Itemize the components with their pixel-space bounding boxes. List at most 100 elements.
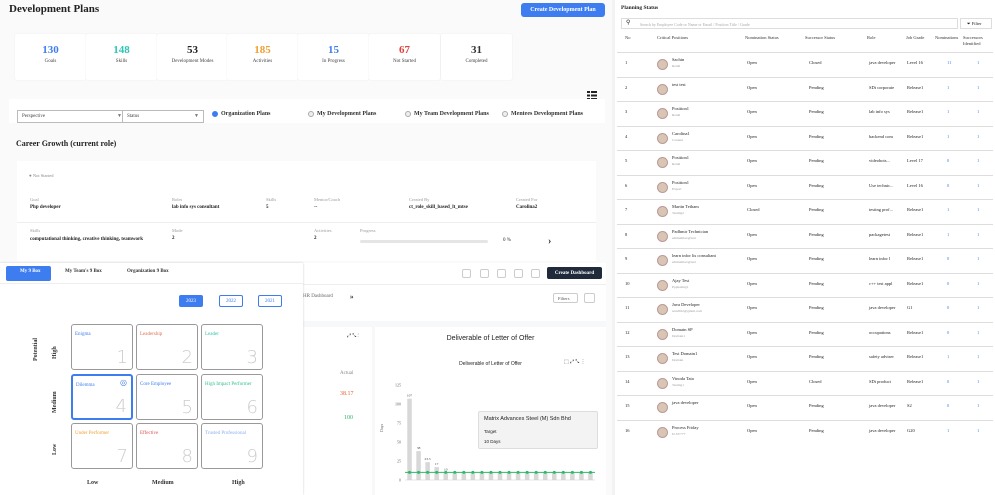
status-select[interactable]: Status ▼ — [122, 110, 204, 123]
nominations-count[interactable]: 1 — [947, 85, 949, 90]
chart-menu-icons[interactable]: ⬚ ⤢ ⤡ ⋮ — [564, 359, 585, 365]
column-header[interactable]: Nominations — [935, 35, 958, 41]
position-name[interactable]: Padhmir Technician — [672, 229, 708, 234]
table-row[interactable]: 5 Position1 Retail Open Pending videobots... L… — [617, 150, 993, 173]
table-row[interactable]: 14 Vinoda Tata Testing1 Open Closed SDt produ… — [617, 370, 993, 394]
nominations-count[interactable]: 1 — [947, 109, 949, 114]
double-chevron-icon[interactable]: » — [350, 293, 354, 301]
position-name[interactable]: learn infor lis consultant — [672, 253, 716, 258]
stat-card-development-modes[interactable]: 53 Development Modes — [157, 34, 228, 80]
table-row[interactable]: 6 Position1 Export Open Pending Use technic..… — [617, 174, 993, 198]
position-name[interactable]: Position1 — [672, 155, 689, 160]
nominations-count[interactable]: 0 — [947, 183, 949, 188]
share-icon[interactable] — [480, 269, 489, 278]
radio-my-development-plans[interactable]: My Development Plans — [308, 110, 397, 118]
table-row[interactable]: 7 Martin Tetham Testing2 Closed Pending testi… — [617, 199, 993, 222]
chart-toolbar-icons[interactable]: ⤢ ⤡ ⋮ — [347, 333, 359, 339]
create-development-plan-button[interactable]: Create Development Plan — [521, 3, 605, 17]
nominations-count[interactable]: 0 — [947, 305, 949, 310]
position-name[interactable]: Martin Tetham — [672, 204, 699, 209]
nominations-count[interactable]: 1 — [947, 207, 949, 212]
successors-count[interactable]: 1 — [977, 60, 979, 65]
position-name[interactable]: java developer — [672, 400, 698, 405]
table-row[interactable]: 8 Padhmir Technician edtmember@test Open Pen… — [617, 223, 993, 247]
stat-card-completed[interactable]: 31 Completed — [441, 34, 512, 80]
successors-count[interactable]: 1 — [977, 158, 979, 163]
table-row[interactable]: 3 Position1 Retail Open Pending lab info sys R… — [617, 101, 993, 124]
nominations-count[interactable]: 0 — [947, 281, 949, 286]
column-header[interactable]: No — [625, 35, 631, 41]
nine-box-1[interactable]: Enigma 1 — [71, 324, 133, 370]
nominations-count[interactable]: 1 — [947, 232, 949, 237]
successors-count[interactable]: 1 — [977, 330, 979, 335]
filters-button[interactable]: Filters — [553, 293, 578, 303]
table-row[interactable]: 11 Java Developer test2022@gmail.com Open Pe… — [617, 297, 993, 320]
table-row[interactable]: 2 test test Open Pending SDt corporate Releas… — [617, 76, 993, 100]
column-header[interactable]: Job Grade — [906, 35, 924, 41]
nine-box-6[interactable]: High Impact Performer 6 — [201, 374, 263, 420]
nine-box-3[interactable]: Leader 3 — [201, 324, 263, 370]
position-name[interactable]: Carolina1 — [672, 131, 690, 136]
stat-card-not-started[interactable]: 67 Not Started — [369, 34, 440, 80]
nominations-count[interactable]: 1 — [947, 134, 949, 139]
position-name[interactable]: Position1 — [672, 106, 689, 111]
layout-icon[interactable] — [514, 269, 523, 278]
nine-box-5[interactable]: Core Employee 5 — [136, 374, 198, 420]
successors-count[interactable]: 1 — [977, 281, 979, 286]
table-row[interactable]: 10 Ajay Test Ppptesting1 Open Pending c++ tes… — [617, 272, 993, 296]
column-header[interactable]: Successors Identified — [963, 35, 993, 47]
table-row[interactable]: 1 Sachin Retail Open Closed java developer Lev… — [617, 52, 993, 75]
position-name[interactable]: Vinoda Tata — [672, 376, 694, 381]
nominations-count[interactable]: 0 — [947, 330, 949, 335]
tab-organization-9-box[interactable]: Organization 9 Box — [127, 269, 169, 274]
stat-card-skills[interactable]: 148 Skills — [86, 34, 157, 80]
nine-box-9[interactable]: Trusted Professional 9 — [201, 423, 263, 469]
tab-my-9-box[interactable]: My 9 Box — [20, 269, 41, 274]
position-name[interactable]: Test Domain1 — [672, 351, 697, 356]
career-growth-card[interactable]: ● Not Started Goal Php developer Roles l… — [17, 161, 596, 261]
year-2023-button[interactable]: 2023 — [179, 295, 203, 307]
nominations-count[interactable]: 1 — [947, 428, 949, 433]
nominations-count[interactable]: 1 — [947, 354, 949, 359]
successors-count[interactable]: 1 — [977, 134, 979, 139]
column-header[interactable]: Role — [867, 35, 876, 41]
radio-my-team-development-plans[interactable]: My Team Development Plans — [405, 110, 494, 118]
filter-icon[interactable] — [584, 293, 595, 303]
successors-count[interactable]: 1 — [977, 379, 979, 384]
table-row[interactable]: 9 learn infor lis consultant edtmember@tes… — [617, 248, 993, 271]
successors-count[interactable]: 1 — [977, 403, 979, 408]
create-dashboard-button[interactable]: Create Dashboard — [547, 267, 602, 279]
successors-count[interactable]: 1 — [977, 354, 979, 359]
nine-box-8[interactable]: Effective 8 — [136, 423, 198, 469]
nominations-count[interactable]: 0 — [947, 158, 949, 163]
column-header[interactable]: Successor Status — [805, 35, 835, 41]
filter-button[interactable]: ⏷ Filter — [960, 18, 992, 29]
year-2021-button[interactable]: 2021 — [258, 295, 282, 307]
successors-count[interactable]: 1 — [977, 232, 979, 237]
nine-box-2[interactable]: Leadership 2 — [136, 324, 198, 370]
table-row[interactable]: 4 Carolina1 Content Open Pending backend com R… — [617, 125, 993, 149]
year-2022-button[interactable]: 2022 — [219, 295, 243, 307]
successors-count[interactable]: 1 — [977, 207, 979, 212]
edit-icon[interactable] — [497, 269, 506, 278]
grid-view-icon[interactable] — [587, 87, 597, 100]
chevron-right-icon[interactable]: › — [548, 236, 551, 247]
nine-box-4[interactable]: Dilemma 4 ◎ — [71, 374, 133, 420]
position-name[interactable]: Position1 — [672, 180, 689, 185]
nine-box-7[interactable]: Under Performer 7 — [71, 423, 133, 469]
successors-count[interactable]: 1 — [977, 109, 979, 114]
nominations-count[interactable]: 0 — [947, 379, 949, 384]
table-row[interactable]: 16 Process Friday D-SV777 Open Pending java d… — [617, 419, 993, 443]
stat-card-activities[interactable]: 185 Activities — [227, 34, 298, 80]
table-row[interactable]: 12 Domain SP Domain1 Open Pending occupations… — [617, 321, 993, 345]
radio-mentees-development-plans[interactable]: Mentees Development Plans — [502, 110, 591, 118]
column-header[interactable]: Critical Positions — [657, 35, 688, 41]
position-name[interactable]: test test — [672, 82, 686, 87]
nominations-count[interactable]: 11 — [947, 60, 951, 65]
perspective-select[interactable]: Perspective ▼ — [17, 110, 127, 123]
radio-organization-plans[interactable]: Organization Plans — [212, 110, 301, 118]
position-name[interactable]: Process Friday — [672, 425, 699, 430]
nominations-count[interactable]: 0 — [947, 403, 949, 408]
chat-icon[interactable] — [462, 269, 471, 278]
successors-count[interactable]: 1 — [977, 85, 979, 90]
